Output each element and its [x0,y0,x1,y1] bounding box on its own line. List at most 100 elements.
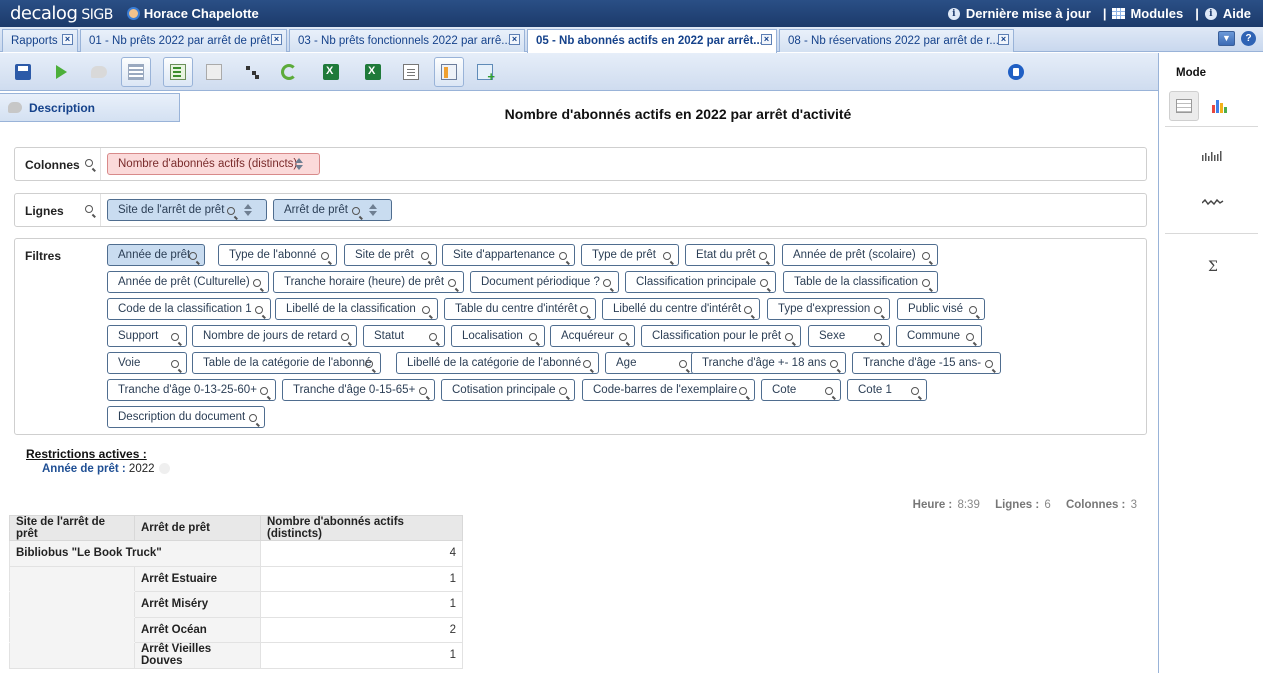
search-icon[interactable] [966,333,974,341]
comment-button[interactable] [84,57,114,87]
filter-chip[interactable]: Table de la classification [783,271,938,293]
filter-chip[interactable]: Tranche d'âge +- 18 ans [691,352,846,374]
rows-zone[interactable]: Lignes Site de l'arrêt de prêt Arrêt de … [14,193,1147,227]
search-icon[interactable] [85,159,93,167]
filter-chip[interactable]: Tranche horaire (heure) de prêt [273,271,464,293]
filter-chip[interactable]: Année de prêt (scolaire) [782,244,938,266]
filter-chip[interactable]: Classification principale [625,271,776,293]
filter-chip[interactable]: Libellé du centre d'intérêt [602,298,760,320]
filter-chip[interactable]: Code de la classification 1 [107,298,271,320]
help-link[interactable]: i Aide [1204,6,1251,21]
search-icon[interactable] [830,360,838,368]
filter-chip[interactable]: Année de prêt (Culturelle) [107,271,269,293]
search-icon[interactable] [559,387,567,395]
tab-report-08[interactable]: 08 - Nb réservations 2022 par arrêt de r… [779,29,1014,52]
tab-list-dropdown-icon[interactable]: ▼ [1218,31,1235,46]
clear-button[interactable] [199,57,229,87]
filter-chip[interactable]: Etat du prêt [685,244,775,266]
search-icon[interactable] [663,252,671,260]
filter-chip[interactable]: Cote 1 [847,379,927,401]
filter-chip[interactable]: Table du centre d'intérêt [444,298,596,320]
calculator-button[interactable] [434,57,464,87]
filter-chip[interactable]: Cotisation principale [441,379,575,401]
search-icon[interactable] [619,333,627,341]
tab-rapports[interactable]: Rapports × [2,29,78,52]
columns-zone[interactable]: Colonnes Nombre d'abonnés actifs (distin… [14,147,1147,181]
search-icon[interactable] [227,207,235,215]
export-sheet-button[interactable] [163,57,193,87]
refresh-button[interactable] [274,57,304,87]
chart-mode-button[interactable] [1205,91,1235,121]
filter-chip[interactable]: Description du document [107,406,265,428]
filter-chip[interactable]: Nombre de jours de retard [192,325,357,347]
column-header[interactable]: Arrêt de prêt [134,515,261,541]
search-icon[interactable] [922,279,930,287]
filters-zone[interactable]: Filtres Année de prêt Type de l'abonné Sit… [14,238,1147,435]
help-icon[interactable]: ? [1241,31,1256,46]
search-icon[interactable] [985,360,993,368]
filter-chip[interactable]: Sexe [808,325,890,347]
close-icon[interactable]: × [271,34,282,45]
tab-report-05[interactable]: 05 - Nb abonnés actifs en 2022 par arrêt… [527,29,777,53]
filter-chip[interactable]: Classification pour le prêt [641,325,801,347]
search-icon[interactable] [759,252,767,260]
filter-chip[interactable]: Support [107,325,187,347]
search-icon[interactable] [559,252,567,260]
last-update-link[interactable]: i Dernière mise à jour [947,6,1091,21]
filter-chip[interactable]: Tranche d'âge 0-15-65+ [282,379,435,401]
search-icon[interactable] [679,360,687,368]
column-header[interactable]: Nombre d'abonnés actifs (distincts) [260,515,463,541]
close-icon[interactable]: × [761,34,772,45]
close-icon[interactable]: × [62,34,73,45]
search-icon[interactable] [744,306,752,314]
search-icon[interactable] [260,387,268,395]
search-icon[interactable] [448,279,456,287]
filter-chip[interactable]: Type de l'abonné [218,244,337,266]
search-icon[interactable] [760,279,768,287]
filter-chip[interactable]: Voie [107,352,187,374]
row-chip-arret[interactable]: Arrêt de prêt [273,199,392,221]
sort-icon[interactable] [295,158,304,170]
search-icon[interactable] [255,306,263,314]
filter-chip[interactable]: Acquéreur [550,325,635,347]
filter-chip[interactable]: Tranche d'âge -15 ans- [852,352,1001,374]
excel-export-2-button[interactable] [358,57,388,87]
filter-chip[interactable]: Commune [896,325,982,347]
remove-restriction-icon[interactable] [158,463,170,475]
row-chip-site[interactable]: Site de l'arrêt de prêt [107,199,267,221]
filter-chip[interactable]: Type de prêt [581,244,679,266]
search-icon[interactable] [189,252,197,260]
search-icon[interactable] [739,387,747,395]
sort-icon[interactable] [244,204,253,216]
tab-report-03[interactable]: 03 - Nb prêts fonctionnels 2022 par arrê… [289,29,525,52]
line-sparkline-button[interactable] [1198,187,1228,217]
filter-chip[interactable]: Public visé [897,298,985,320]
delete-button[interactable] [1001,57,1031,87]
search-icon[interactable] [85,205,93,213]
search-icon[interactable] [352,207,360,215]
run-button[interactable] [46,57,76,87]
description-tab[interactable]: Description [0,93,180,122]
search-icon[interactable] [874,333,882,341]
sort-icon[interactable] [369,204,378,216]
search-icon[interactable] [785,333,793,341]
search-icon[interactable] [603,279,611,287]
excel-export-button[interactable] [316,57,346,87]
search-icon[interactable] [580,306,588,314]
filter-chip[interactable]: Cote [761,379,841,401]
search-icon[interactable] [911,387,919,395]
search-icon[interactable] [969,306,977,314]
search-icon[interactable] [321,252,329,260]
filter-chip[interactable]: Statut [363,325,445,347]
filter-chip[interactable]: Site d'appartenance [442,244,575,266]
search-icon[interactable] [171,333,179,341]
tab-report-01[interactable]: 01 - Nb prêts 2022 par arrêt de prêt × [80,29,287,52]
filter-chip[interactable]: Localisation [451,325,545,347]
tree-button[interactable] [237,57,267,87]
list-view-button[interactable] [121,57,151,87]
search-icon[interactable] [365,360,373,368]
add-table-button[interactable] [470,57,500,87]
save-button[interactable] [8,57,38,87]
search-icon[interactable] [419,387,427,395]
document-button[interactable] [396,57,426,87]
